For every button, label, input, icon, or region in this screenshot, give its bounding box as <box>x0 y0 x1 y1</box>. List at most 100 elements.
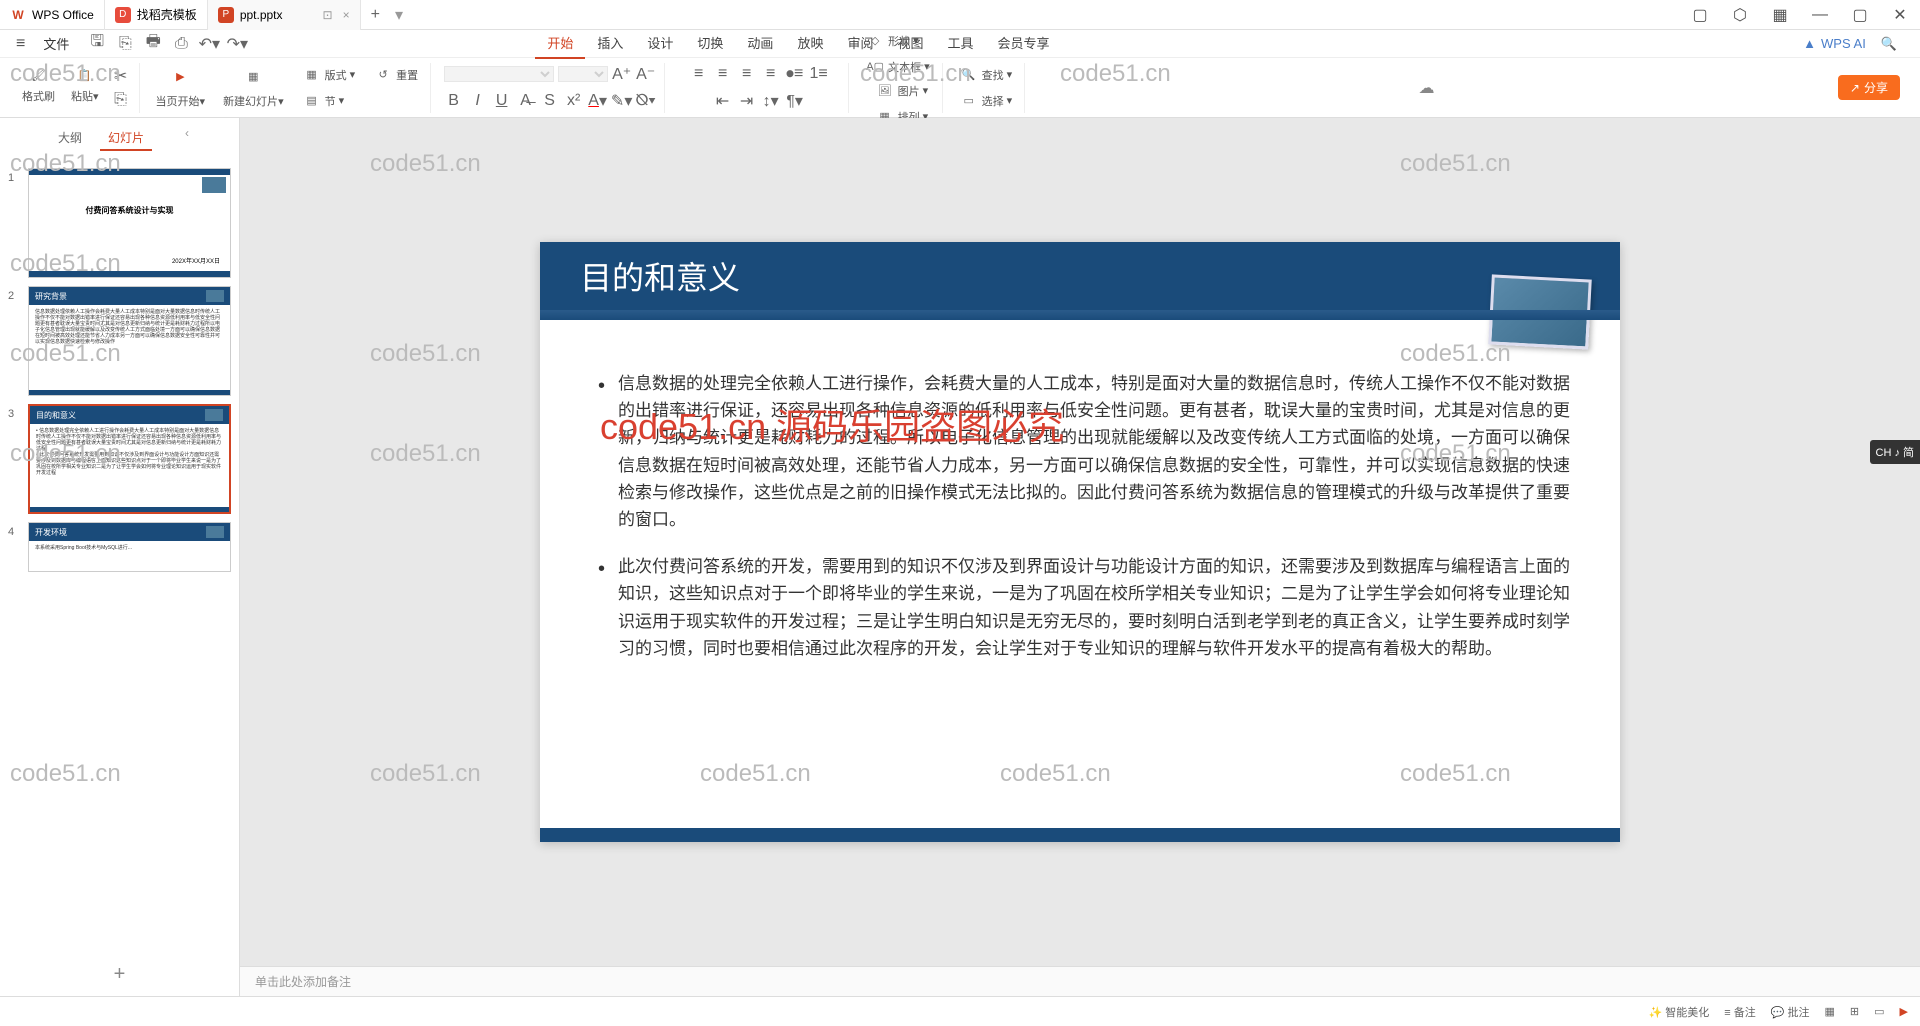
view-slideshow-icon[interactable]: ▶ <box>1900 1005 1908 1018</box>
thumb-3[interactable]: 3 目的和意义 • 信息数据处理完全依赖人工进行操作会耗费大量人工成本特别是面对… <box>0 400 239 518</box>
textbox-button[interactable]: A▢文本框▾ <box>861 55 934 79</box>
font-color-icon[interactable]: A▾ <box>588 91 608 111</box>
cloud-icon[interactable]: ☁ <box>1419 78 1435 98</box>
shape-icon: ◇ <box>865 31 885 51</box>
menu-tab-slideshow[interactable]: 放映 <box>785 28 835 59</box>
size-select[interactable] <box>558 66 608 82</box>
ribbon: 🖌格式刷 📋粘贴▾ ✂ ⎘ ▶当页开始▾ ▦新建幻灯片▾ ▦版式▾ ▤节▾ ↺重… <box>0 58 1920 118</box>
maximize-button[interactable]: ▢ <box>1840 0 1880 30</box>
win-btn-2[interactable]: ⬡ <box>1720 0 1760 30</box>
notes-bar[interactable]: 单击此处添加备注 <box>240 966 1920 996</box>
underline-icon[interactable]: U <box>492 91 512 111</box>
bullet-1[interactable]: 信息数据的处理完全依赖人工进行操作，会耗费大量的人工成本，特别是面对大量的数据信… <box>590 370 1570 533</box>
section-icon: ▤ <box>302 91 322 111</box>
select-button[interactable]: ▭选择▾ <box>955 89 1017 113</box>
image-button[interactable]: 🖼图片▾ <box>871 79 933 103</box>
save-icon[interactable]: 🖫 <box>87 34 107 54</box>
export-icon[interactable]: ⎘ <box>115 34 135 54</box>
slide-content[interactable]: 信息数据的处理完全依赖人工进行操作，会耗费大量的人工成本，特别是面对大量的数据信… <box>540 310 1620 712</box>
add-slide-button[interactable]: + <box>0 953 239 996</box>
find-button[interactable]: 🔍查找▾ <box>955 63 1017 87</box>
wps-ai-button[interactable]: ▲ WPS AI 🔍 <box>1788 36 1912 52</box>
current-slide[interactable]: 目的和意义 信息数据的处理完全依赖人工进行操作，会耗费大量的人工成本，特别是面对… <box>540 242 1620 842</box>
share-button[interactable]: ↗分享 <box>1838 75 1900 100</box>
new-slide-button[interactable]: ▦新建幻灯片▾ <box>219 63 288 113</box>
win-btn-3[interactable]: ▦ <box>1760 0 1800 30</box>
menu-tab-design[interactable]: 设计 <box>635 28 685 59</box>
align-right-icon[interactable]: ≡ <box>737 64 757 84</box>
highlight-icon[interactable]: ✎▾ <box>612 91 632 111</box>
thumbnail-list[interactable]: 1 付费问答系统设计与实现 202X年XX月XX日 2 研究背景 信息数据处理依… <box>0 159 239 953</box>
file-menu[interactable]: 文件 <box>33 34 79 53</box>
reset-button[interactable]: ↺重置 <box>369 63 422 87</box>
tab-label: ppt.pptx <box>240 8 283 22</box>
menu-tab-insert[interactable]: 插入 <box>585 28 635 59</box>
align-justify-icon[interactable]: ≡ <box>761 64 781 84</box>
paste-button[interactable]: 📋粘贴▾ <box>67 66 103 110</box>
smart-beauty-button[interactable]: ✨ 智能美化 <box>1648 1004 1709 1020</box>
view-sorter-icon[interactable]: ⊞ <box>1850 1005 1859 1018</box>
strike2-icon[interactable]: S <box>540 91 560 111</box>
text-dir-icon[interactable]: ¶▾ <box>785 91 805 111</box>
menu-tab-member[interactable]: 会员专享 <box>986 28 1062 59</box>
ime-badge[interactable]: CH ♪ 简 <box>1870 440 1920 464</box>
cut-icon[interactable]: ✂ <box>111 66 131 86</box>
add-tab-button[interactable]: + <box>361 6 390 24</box>
undo-icon[interactable]: ↶▾ <box>199 34 219 54</box>
line-spacing-icon[interactable]: ↕▾ <box>761 91 781 111</box>
shape-button[interactable]: ◇形状▾ <box>861 29 934 53</box>
indent-inc-icon[interactable]: ⇥ <box>737 91 757 111</box>
copy-icon[interactable]: ⎘ <box>111 90 131 110</box>
menu-tab-animation[interactable]: 动画 <box>735 28 785 59</box>
layout-button[interactable]: ▦版式▾ <box>298 63 360 87</box>
thumb-2[interactable]: 2 研究背景 信息数据处理依赖人工操作会耗费大量人工成本特别是面对大量数据信息时… <box>0 282 239 400</box>
view-normal-icon[interactable]: ▦ <box>1825 1005 1835 1018</box>
from-current-button[interactable]: ▶当页开始▾ <box>152 63 210 113</box>
bold-icon[interactable]: B <box>444 91 464 111</box>
notes-button[interactable]: ≡ 备注 <box>1724 1004 1755 1020</box>
tab-ppt[interactable]: P ppt.pptx ⊡ × <box>208 0 361 30</box>
comments-button[interactable]: 💬 批注 <box>1771 1004 1810 1020</box>
hamburger-icon[interactable]: ≡ <box>8 35 33 53</box>
superscript-icon[interactable]: x² <box>564 91 584 111</box>
clear-format-icon[interactable]: ⦰▾ <box>636 91 656 111</box>
format-painter-button[interactable]: 🖌格式刷 <box>18 66 59 110</box>
insert-group: ◇形状▾ A▢文本框▾ 🖼图片▾ ▦排列▾ ◐ <box>853 63 943 113</box>
indent-dec-icon[interactable]: ⇤ <box>713 91 733 111</box>
strike-icon[interactable]: A̶ <box>516 91 536 111</box>
italic-icon[interactable]: I <box>468 91 488 111</box>
menu-tab-start[interactable]: 开始 <box>535 28 585 59</box>
menu-tab-tools[interactable]: 工具 <box>935 28 985 59</box>
menu-tab-transition[interactable]: 切换 <box>685 28 735 59</box>
slides-tab[interactable]: 幻灯片 <box>100 126 152 151</box>
numbering-icon[interactable]: 1≡ <box>809 64 829 84</box>
redo-icon[interactable]: ↷▾ <box>227 34 247 54</box>
tab-wps-office[interactable]: W WPS Office <box>0 0 105 30</box>
close-icon[interactable]: × <box>343 8 350 22</box>
font-select[interactable] <box>444 66 554 82</box>
slide-title[interactable]: 目的和意义 <box>580 253 740 299</box>
search-icon[interactable]: 🔍 <box>1881 36 1897 52</box>
thumb-4[interactable]: 4 开发环境 本系统采用Spring Boot技术与MySQL进行... <box>0 518 239 576</box>
tab-template[interactable]: D 找稻壳模板 <box>105 0 208 30</box>
increase-font-icon[interactable]: A⁺ <box>612 64 632 84</box>
section-button[interactable]: ▤节▾ <box>298 89 360 113</box>
minimize-button[interactable]: — <box>1800 0 1840 30</box>
thumb-1[interactable]: 1 付费问答系统设计与实现 202X年XX月XX日 <box>0 164 239 282</box>
preview-icon[interactable]: ⎙ <box>171 34 191 54</box>
bullet-2[interactable]: 此次付费问答系统的开发，需要用到的知识不仅涉及到界面设计与功能设计方面的知识，还… <box>590 553 1570 662</box>
bullets-icon[interactable]: ⦁≡ <box>785 64 805 84</box>
align-center-icon[interactable]: ≡ <box>713 64 733 84</box>
print-icon[interactable]: 🖶 <box>143 34 163 54</box>
win-btn-1[interactable]: ▢ <box>1680 0 1720 30</box>
decrease-font-icon[interactable]: A⁻ <box>636 64 656 84</box>
slide-canvas[interactable]: 目的和意义 信息数据的处理完全依赖人工进行操作，会耗费大量的人工成本，特别是面对… <box>240 118 1920 966</box>
close-button[interactable]: ✕ <box>1880 0 1920 30</box>
collapse-icon[interactable]: ‹ <box>185 126 189 151</box>
view-reading-icon[interactable]: ▭ <box>1874 1005 1884 1018</box>
align-left-icon[interactable]: ≡ <box>689 64 709 84</box>
outline-tab[interactable]: 大纲 <box>50 126 90 151</box>
reset-icon: ↺ <box>373 65 393 85</box>
tab-dropdown-icon[interactable]: ▾ <box>395 5 403 25</box>
tab-menu-icon[interactable]: ⊡ <box>323 8 333 22</box>
